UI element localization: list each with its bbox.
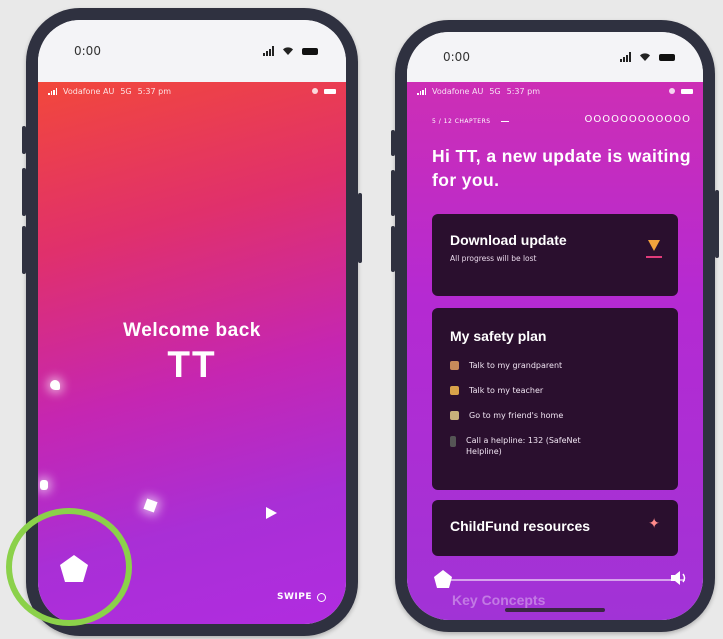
download-icon [648, 240, 660, 251]
pentagon-handle-icon[interactable] [58, 553, 90, 585]
home-indicator [505, 608, 605, 612]
side-button [22, 126, 26, 154]
signal-icon [263, 46, 274, 56]
signal-icon [417, 87, 426, 95]
floating-triangle-icon [266, 507, 277, 519]
clock-label: 5:37 pm [506, 86, 540, 96]
battery-icon [681, 88, 693, 94]
list-item[interactable]: Talk to my teacher [450, 385, 660, 396]
floating-shape-icon [40, 480, 48, 490]
progress-circles: OOOOOOOOOOOO [584, 114, 691, 125]
battery-icon [302, 47, 318, 55]
welcome-text: Welcome back [123, 320, 261, 341]
home-icon [450, 411, 459, 420]
chapter-progress: 5 / 12 CHAPTERS [432, 118, 509, 125]
list-item[interactable]: Call a helpline: 132 (SafeNet Helpline) [450, 435, 660, 457]
safety-plan-card[interactable]: My safety plan Talk to my grandparent Ta… [432, 308, 678, 490]
floating-shape-icon [143, 498, 158, 513]
swipe-label: SWIPE [276, 592, 312, 602]
status-time: 0:00 [74, 44, 101, 58]
location-icon [669, 88, 675, 94]
location-icon [312, 88, 318, 94]
clock-label: 5:37 pm [137, 86, 171, 96]
user-name: TT [167, 344, 217, 385]
left-screen: 0:00 Vodafone AU 5G 5:37 pm Welcome back… [38, 20, 346, 624]
volume-up-button [22, 168, 26, 216]
welcome-screen[interactable]: Vodafone AU 5G 5:37 pm Welcome back TT S… [38, 82, 346, 624]
grandparent-icon [450, 361, 459, 370]
signal-icon [48, 87, 57, 95]
pentagon-slider-thumb-icon[interactable] [433, 569, 453, 589]
signal-icon [620, 52, 631, 62]
volume-down-button [22, 226, 26, 274]
person-icon: ✦ [648, 516, 660, 532]
network-label: 5G [120, 86, 132, 96]
update-headline: Hi TT, a new update is waiting for you. [432, 146, 691, 190]
key-concepts-label: Key Concepts [452, 592, 546, 608]
app-status-bar: Vodafone AU 5G 5:37 pm [407, 82, 703, 100]
download-update-card[interactable]: Download update All progress will be los… [432, 214, 678, 296]
ios-status-bar: 0:00 [38, 20, 346, 82]
power-button [358, 193, 362, 263]
left-phone: 0:00 Vodafone AU 5G 5:37 pm Welcome back… [22, 8, 362, 636]
wifi-icon [640, 53, 650, 61]
floating-shape-icon [50, 380, 60, 390]
right-screen: 0:00 Vodafone AU 5G 5:37 pm 5 / 12 CHAPT… [407, 32, 703, 620]
download-underline [646, 256, 662, 258]
swipe-hint[interactable]: SWIPE [277, 592, 326, 602]
speaker-icon[interactable] [669, 568, 689, 588]
battery-icon [659, 53, 675, 61]
battery-icon [324, 88, 336, 94]
chapter-divider [500, 120, 509, 123]
list-item[interactable]: Go to my friend's home [450, 410, 660, 421]
swipe-ring-icon [317, 592, 326, 602]
side-button [391, 130, 395, 156]
volume-down-button [391, 226, 395, 272]
safety-plan-title: My safety plan [450, 328, 547, 344]
carrier-label: Vodafone AU [63, 86, 115, 96]
status-time: 0:00 [443, 50, 470, 64]
network-label: 5G [489, 86, 501, 96]
status-icons [620, 52, 675, 62]
childfund-resources-card[interactable]: ChildFund resources ✦ [432, 500, 678, 556]
chapter-label: 5 / 12 CHAPTERS [432, 118, 491, 125]
app-status-bar: Vodafone AU 5G 5:37 pm [38, 82, 346, 100]
teacher-icon [450, 386, 459, 395]
childfund-resources-title: ChildFund resources [450, 518, 591, 534]
status-icons [263, 46, 318, 56]
list-item[interactable]: Talk to my grandparent [450, 360, 660, 371]
volume-up-button [391, 170, 395, 216]
power-button [715, 190, 719, 258]
download-update-title: Download update [450, 232, 567, 248]
download-update-subtitle: All progress will be lost [450, 254, 537, 263]
wifi-icon [283, 47, 293, 55]
carrier-label: Vodafone AU [432, 86, 484, 96]
right-phone: 0:00 Vodafone AU 5G 5:37 pm 5 / 12 CHAPT… [391, 20, 719, 632]
phone-icon [450, 436, 456, 447]
update-screen: Vodafone AU 5G 5:37 pm 5 / 12 CHAPTERS O… [407, 82, 703, 620]
audio-slider-track[interactable] [445, 579, 685, 581]
ios-status-bar: 0:00 [407, 32, 703, 82]
